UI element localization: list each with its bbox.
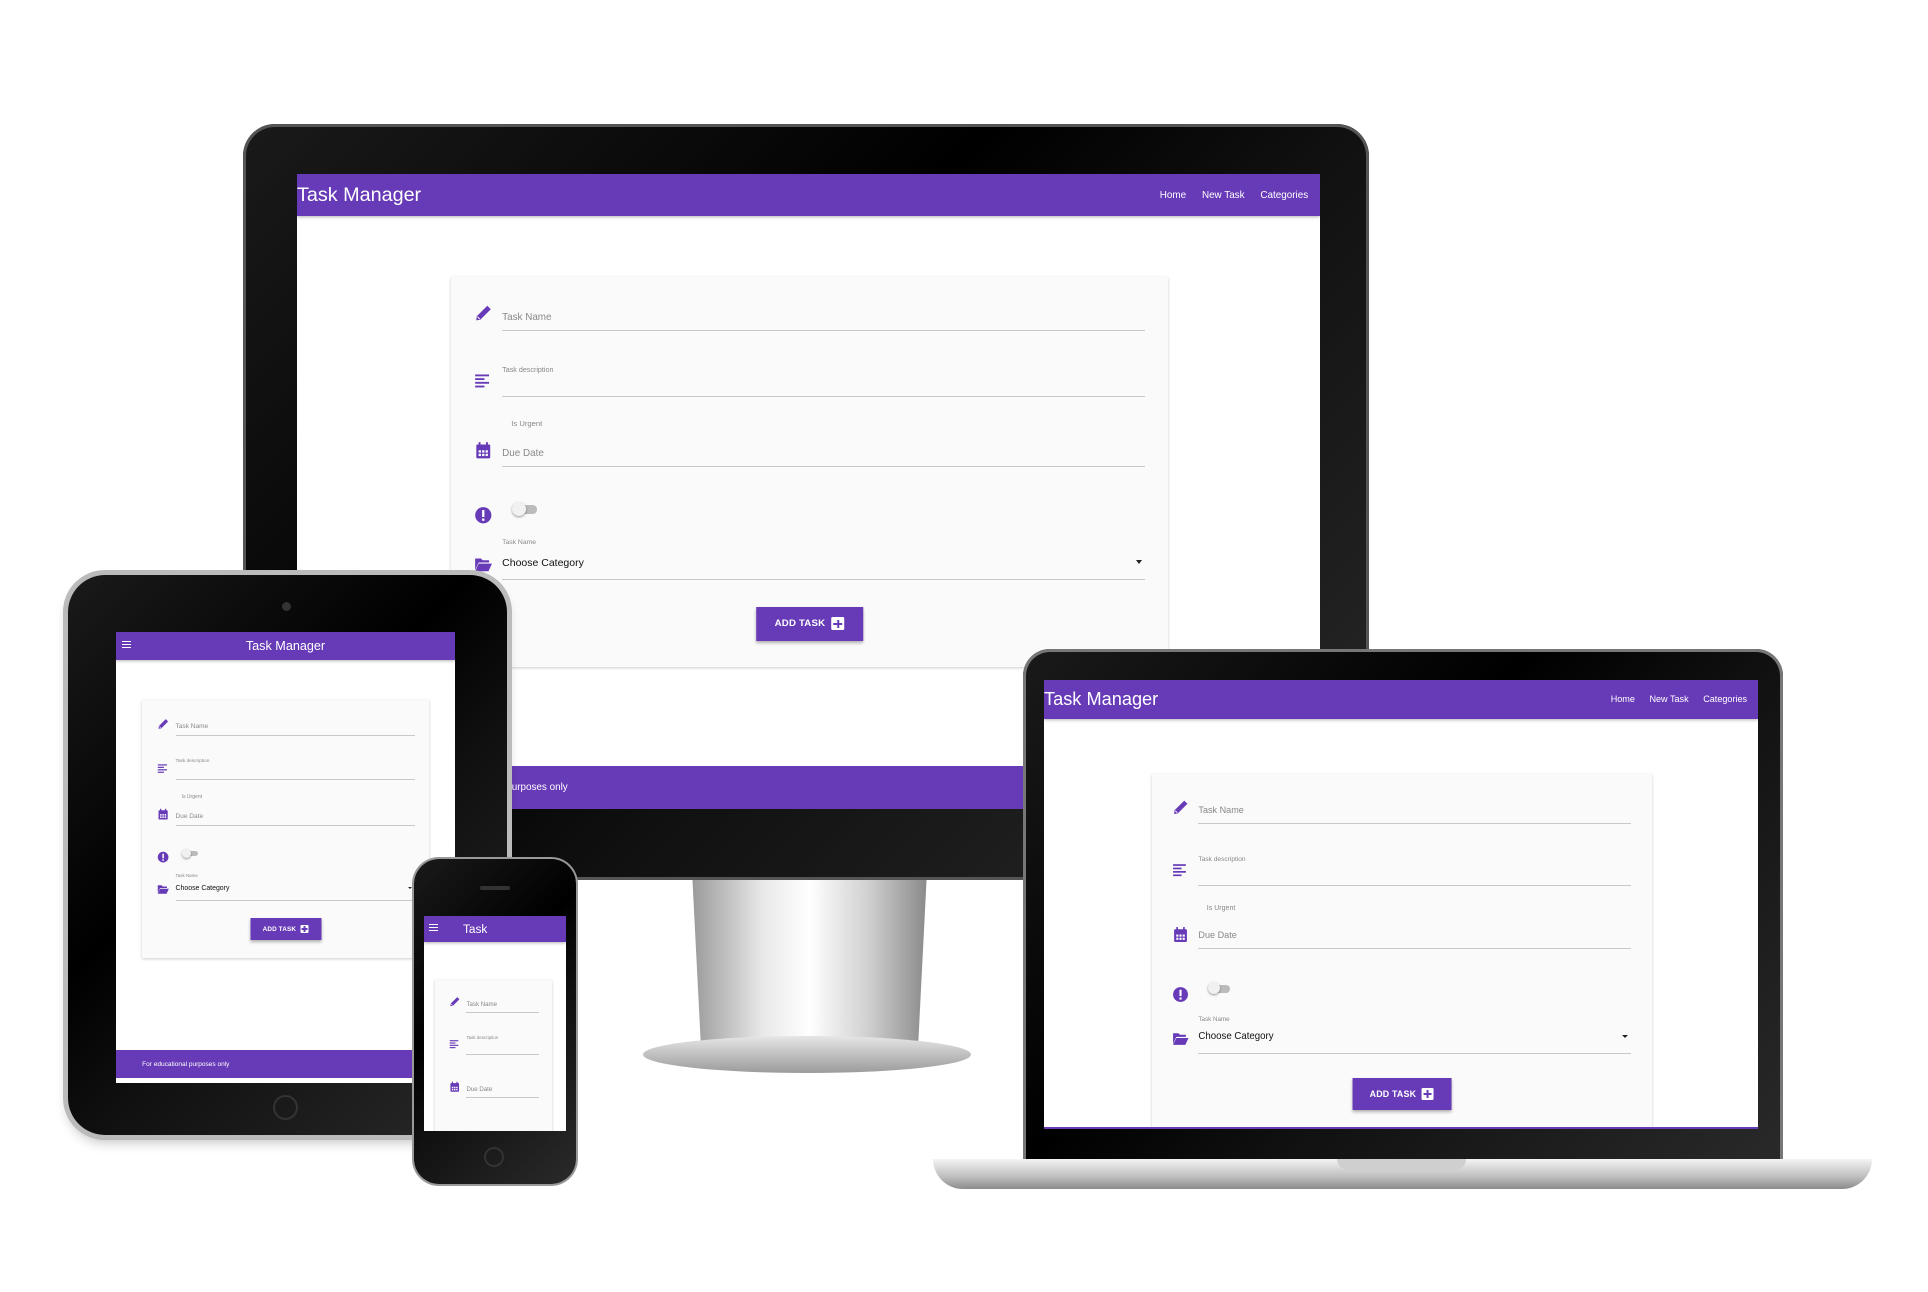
category-select[interactable]: Choose Category (502, 555, 1146, 581)
nav-categories-link[interactable]: Categories (1260, 190, 1308, 201)
nav-categories-link[interactable]: Categories (1703, 694, 1747, 704)
pencil-icon (474, 304, 493, 323)
due-date-input[interactable]: Due Date (1198, 929, 1632, 950)
add-task-button-label: ADD TASK (774, 618, 826, 630)
due-date-placeholder: Due Date (466, 1085, 493, 1093)
calendar-icon (1172, 926, 1189, 943)
brand-logo[interactable]: Task Manager (246, 639, 325, 653)
caret-down-icon (1621, 1035, 1628, 1039)
navbar: Task Manager Home New Task Categories (1044, 680, 1758, 719)
folder-open-icon (474, 555, 493, 574)
task-name-placeholder: Task Name (466, 1001, 498, 1009)
calendar-icon (157, 808, 169, 820)
calendar-icon (474, 441, 493, 460)
footer: For educational purposes only (1044, 1126, 1758, 1129)
task-description-input[interactable]: Task description (175, 755, 415, 780)
task-name-placeholder: Task Name (1198, 804, 1244, 815)
footer-disclaimer: For educational purposes only (142, 1060, 230, 1068)
task-description-label: Task description (502, 365, 554, 374)
hamburger-menu-icon[interactable] (121, 640, 131, 650)
category-select[interactable]: Choose Category (1198, 1030, 1632, 1054)
pencil-icon (157, 718, 169, 730)
task-description-label: Task description (1198, 855, 1246, 863)
is-urgent-toggle[interactable] (182, 848, 199, 858)
nav-home-link[interactable]: Home (1611, 694, 1635, 704)
category-label: Task Name (175, 872, 198, 878)
task-description-input[interactable]: Task description (466, 1032, 539, 1055)
align-left-icon (1172, 861, 1189, 878)
brand-logo[interactable]: Task Manager (297, 184, 421, 207)
navbar: Task Manager (116, 632, 455, 660)
add-task-button[interactable]: ADD TASK (1352, 1077, 1452, 1110)
is-urgent-toggle[interactable] (1207, 981, 1231, 995)
nav-menu: Home New Task Categories (1160, 190, 1320, 201)
plus-square-icon (1421, 1087, 1434, 1100)
task-name-input[interactable]: Task Name (466, 999, 539, 1014)
task-name-input[interactable]: Task Name (1198, 804, 1632, 825)
responsive-mockup: Task Manager Home New Task Categories Ad… (0, 0, 1928, 1292)
add-task-form: Task Name Task description Due Date (435, 979, 553, 1131)
category-label: Task Name (502, 538, 537, 546)
plus-square-icon (300, 924, 309, 934)
footer: For educational purposes only © Code In (116, 1049, 455, 1079)
align-left-icon (157, 762, 169, 774)
due-date-placeholder: Due Date (1198, 929, 1237, 940)
due-date-input[interactable]: Due Date (175, 811, 415, 826)
is-urgent-label: Is Urgent (1206, 905, 1236, 913)
category-selected-value: Choose Category (175, 885, 230, 893)
add-task-button-label: ADD TASK (1369, 1088, 1417, 1099)
category-label: Task Name (1198, 1015, 1230, 1023)
navbar: Task Manager Home New Task Categories (297, 174, 1320, 217)
add-task-button[interactable]: ADD TASK (250, 917, 322, 941)
add-task-form: Task Name Task description Due Date Is U… (142, 699, 430, 958)
plus-square-icon (831, 617, 845, 631)
nav-new-task-link[interactable]: New Task (1202, 190, 1245, 201)
exclamation-circle-icon (157, 851, 169, 863)
brand-logo[interactable]: Task Manager (1044, 689, 1158, 710)
exclamation-circle-icon (474, 506, 493, 525)
nav-new-task-link[interactable]: New Task (1649, 694, 1688, 704)
align-left-icon (474, 371, 493, 390)
due-date-placeholder: Due Date (502, 447, 544, 459)
align-left-icon (449, 1038, 460, 1049)
is-urgent-label: Is Urgent (511, 418, 543, 428)
brand-logo[interactable]: Task Manager (463, 922, 501, 936)
navbar: Task Manager (424, 916, 566, 943)
laptop-screen: Task Manager Home New Task Categories Ad… (1044, 680, 1758, 1129)
pencil-icon (449, 996, 460, 1007)
hamburger-menu-icon[interactable] (429, 924, 438, 932)
task-description-label: Task description (175, 759, 210, 765)
task-description-input[interactable]: Task description (1198, 852, 1632, 886)
add-task-form: Task Name Task description Due Date Is U… (451, 276, 1168, 668)
nav-menu: Home New Task Categories (1611, 694, 1758, 704)
category-selected-value: Choose Category (502, 556, 584, 569)
category-select[interactable]: Choose Category (175, 883, 415, 901)
add-task-form: Task Name Task description Due Date Is U… (1151, 774, 1652, 1129)
category-selected-value: Choose Category (1198, 1031, 1274, 1043)
due-date-input[interactable]: Due Date (502, 445, 1146, 467)
is-urgent-label: Is Urgent (181, 793, 203, 800)
folder-open-icon (157, 883, 169, 895)
calendar-icon (449, 1081, 460, 1093)
tablet-screen: Task Manager Add Task Task Name Task des… (116, 632, 455, 1083)
phone-screen: Task Manager Add Task Task Name Task des… (424, 916, 566, 1131)
pencil-icon (1172, 799, 1189, 816)
caret-down-icon (1135, 560, 1142, 565)
task-description-input[interactable]: Task description (502, 361, 1146, 398)
is-urgent-toggle[interactable] (512, 502, 537, 516)
task-description-label: Task description (466, 1034, 499, 1040)
caret-down-icon (408, 886, 413, 889)
add-task-button-label: ADD TASK (262, 925, 297, 933)
task-name-input[interactable]: Task Name (502, 309, 1146, 331)
task-name-placeholder: Task Name (175, 722, 209, 730)
nav-home-link[interactable]: Home (1160, 190, 1186, 201)
folder-open-icon (1172, 1030, 1189, 1047)
due-date-placeholder: Due Date (175, 812, 204, 820)
task-name-placeholder: Task Name (502, 311, 552, 323)
exclamation-circle-icon (1172, 986, 1189, 1003)
due-date-input[interactable]: Due Date (466, 1084, 539, 1098)
add-task-button[interactable]: ADD TASK (755, 606, 864, 642)
task-name-input[interactable]: Task Name (175, 721, 415, 736)
